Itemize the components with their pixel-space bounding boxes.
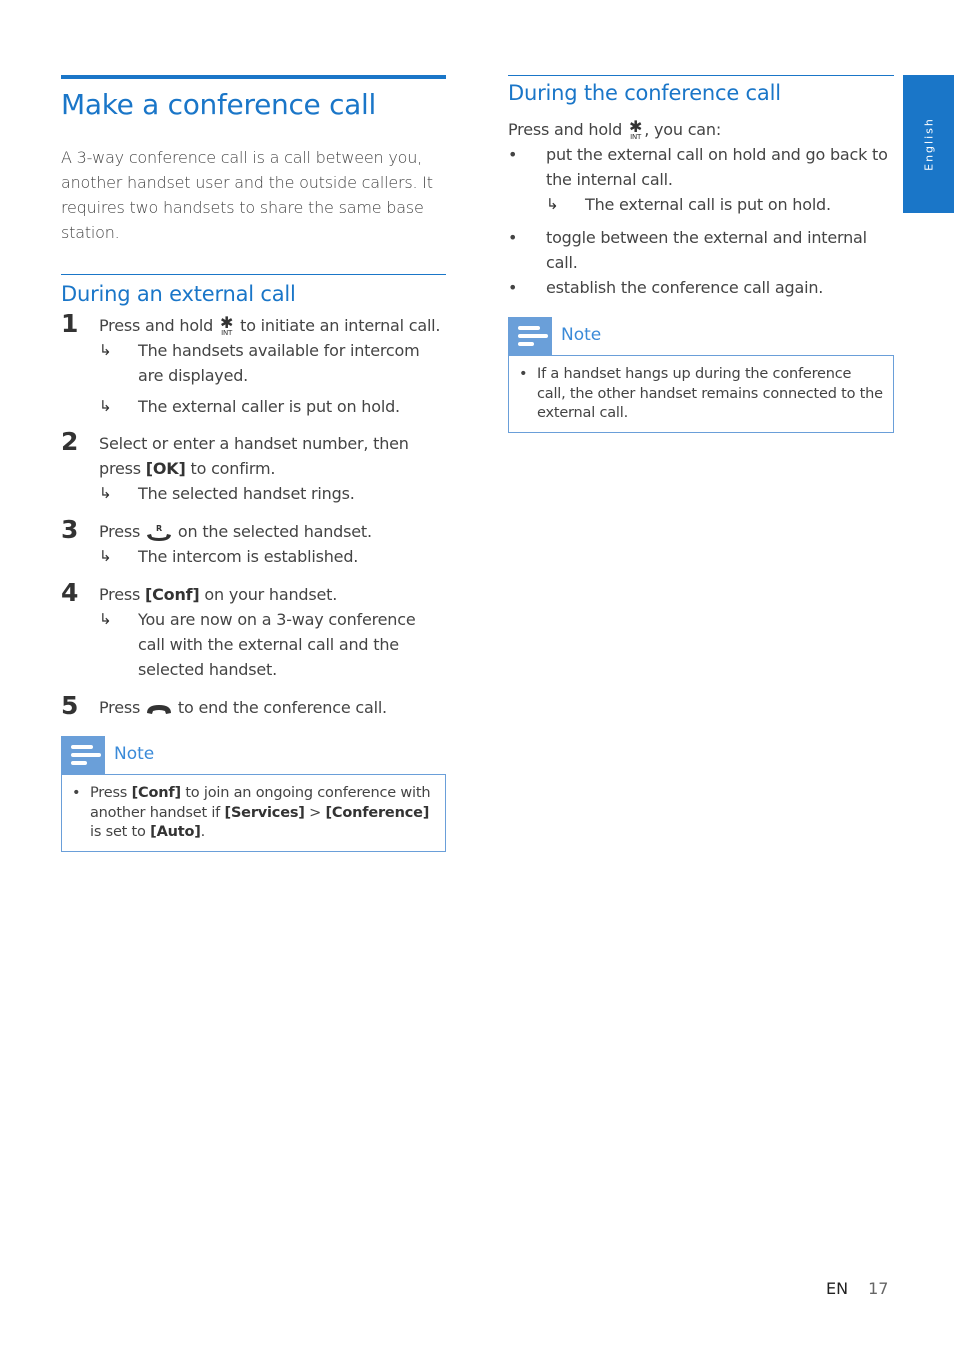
section-rule: [508, 75, 894, 76]
note-icon: [61, 736, 105, 774]
bullet-icon: •: [508, 145, 518, 164]
key-label-auto: [Auto]: [150, 824, 201, 840]
step-2: 2 Select or enter a handset number, then…: [61, 427, 446, 506]
bullet-item: • put the external call on hold and go b…: [508, 142, 894, 217]
note-item: • If a handset hangs up during the confe…: [519, 365, 883, 424]
note-title: Note: [114, 744, 155, 764]
step-text-pre: Press and hold: [99, 316, 214, 335]
page-title: Make a conference call: [61, 88, 376, 121]
bullet-icon: •: [508, 228, 518, 247]
star-int-icon: ✱ INT: [629, 116, 643, 141]
note-header: Note: [508, 317, 894, 355]
bullet-text: establish the conference call again.: [546, 278, 824, 297]
note-item: • Press [Conf] to join an ongoing confer…: [72, 784, 435, 843]
step-text-post: to confirm.: [190, 459, 276, 478]
step-text-post: to initiate an internal call.: [240, 316, 441, 335]
result-arrow-icon: ↳: [99, 397, 112, 415]
step-4: 4 Press [Conf] on your handset. ↳ You ar…: [61, 578, 446, 682]
intro-text-pre: Press and hold: [508, 120, 623, 139]
step-text: Press to end the conference call.: [99, 695, 446, 720]
language-tab-label: English: [922, 117, 935, 171]
step-number: 4: [61, 578, 79, 607]
section-rule: [61, 274, 446, 275]
step-text: Press and hold ✱ INT to initiate an inter…: [99, 313, 446, 338]
left-column: Make a conference call A 3-way conferenc…: [61, 75, 446, 852]
svg-text:R: R: [156, 524, 162, 533]
bullet-text: toggle between the external and internal…: [546, 228, 867, 272]
section-title-external: During an external call: [61, 282, 296, 306]
intro-paragraph: A 3-way conference call is a call betwee…: [61, 148, 433, 242]
step-text: Press R on the selected handset.: [99, 519, 446, 544]
step-5: 5 Press to end the conference call.: [61, 691, 446, 720]
note-text: >: [309, 804, 322, 821]
step-text-pre: Press: [99, 522, 141, 541]
result-arrow-icon: ↳: [99, 610, 112, 628]
step-number: 5: [61, 691, 79, 720]
result-text: The intercom is established.: [138, 547, 359, 566]
result-arrow-icon: ↳: [99, 547, 112, 565]
end-call-icon: [147, 704, 172, 714]
note-body: • If a handset hangs up during the confe…: [508, 355, 894, 433]
bullet-item: • establish the conference call again.: [508, 275, 894, 300]
note-body: • Press [Conf] to join an ongoing confer…: [61, 774, 446, 852]
note-box-right: Note • If a handset hangs up during the …: [508, 317, 894, 433]
step-result: ↳ The handsets available for intercom ar…: [99, 338, 446, 388]
intro-line: Press and hold ✱ INT, you can:: [508, 117, 894, 142]
key-label-conference: [Conference]: [325, 804, 430, 821]
key-label-ok: [OK]: [145, 459, 186, 478]
bullet-text: put the external call on hold and go bac…: [546, 145, 888, 189]
intro-text-post: , you can:: [644, 120, 722, 139]
step-1: 1 Press and hold ✱ INT to initiate an int…: [61, 309, 446, 419]
step-number: 3: [61, 515, 79, 544]
step-number: 2: [61, 427, 79, 456]
step-text: Press [Conf] on your handset.: [99, 582, 446, 607]
note-text: .: [200, 824, 206, 840]
step-text-pre: Press: [99, 698, 141, 717]
result-arrow-icon: ↳: [99, 484, 112, 502]
footer-language: EN: [826, 1279, 849, 1298]
step-3: 3 Press R on the selected handset. ↳ The…: [61, 515, 446, 569]
result-text: The external caller is put on hold.: [138, 397, 400, 416]
step-result: ↳ The selected handset rings.: [99, 481, 446, 506]
key-label-conf: [Conf]: [145, 585, 200, 604]
note-header: Note: [61, 736, 446, 774]
note-text: is set to: [90, 824, 146, 840]
bullet-icon: •: [72, 785, 81, 801]
key-label-services: [Services]: [224, 804, 305, 821]
step-number: 1: [61, 309, 79, 338]
step-text-pre: Press: [99, 585, 141, 604]
section-title-conference: During the conference call: [508, 81, 781, 105]
bullet-item: • toggle between the external and intern…: [508, 225, 894, 275]
recall-answer-icon: R: [147, 524, 172, 541]
result-text: The selected handset rings.: [138, 484, 355, 503]
result-arrow-icon: ↳: [546, 195, 559, 213]
key-label-conf: [Conf]: [131, 785, 181, 801]
step-text-post: to end the conference call.: [177, 698, 387, 717]
result-text: You are now on a 3-way conference call w…: [138, 610, 416, 679]
step-result: ↳ You are now on a 3-way conference call…: [99, 607, 446, 682]
right-column: During the conference call Press and hol…: [508, 75, 894, 433]
note-box-left: Note • Press [Conf] to join an ongoing c…: [61, 736, 446, 852]
result-text: The handsets available for intercom are …: [138, 341, 420, 385]
page-footer: EN 17: [826, 1279, 888, 1298]
step-text: Select or enter a handset number, then p…: [99, 431, 446, 481]
bullet-icon: •: [508, 278, 518, 297]
title-rule: [61, 75, 446, 79]
bullet-result: ↳ The external call is put on hold.: [546, 192, 894, 217]
step-result: ↳ The intercom is established.: [99, 544, 446, 569]
step-result: ↳ The external caller is put on hold.: [99, 394, 446, 419]
step-text-post: on your handset.: [204, 585, 338, 604]
step-text-post: on the selected handset.: [177, 522, 372, 541]
note-text: Press: [90, 785, 128, 801]
page-number: 17: [868, 1279, 889, 1298]
bullet-icon: •: [519, 366, 528, 382]
star-int-icon: ✱ INT: [220, 312, 234, 337]
note-title: Note: [561, 325, 602, 345]
note-text: If a handset hangs up during the confere…: [537, 366, 883, 421]
note-icon: [508, 317, 552, 355]
result-arrow-icon: ↳: [99, 341, 112, 359]
language-tab: English: [903, 75, 954, 213]
result-text: The external call is put on hold.: [585, 195, 831, 214]
